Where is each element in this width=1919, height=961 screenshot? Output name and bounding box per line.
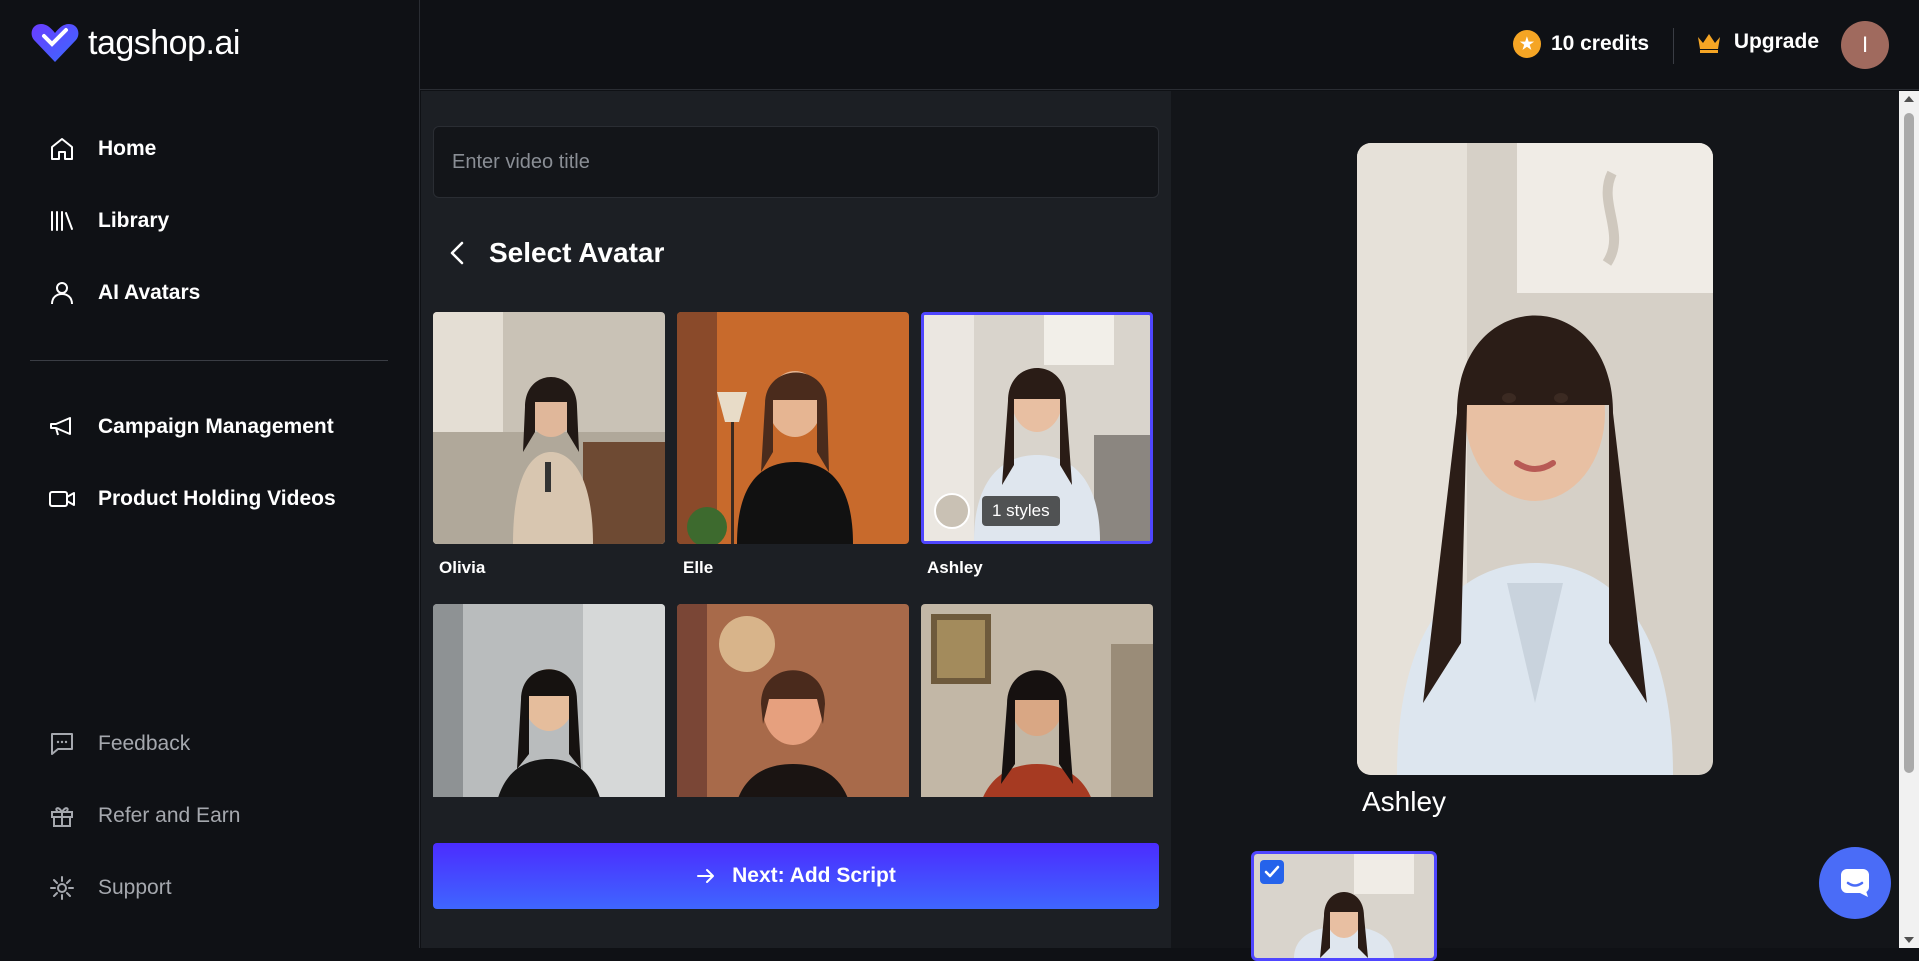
megaphone-icon: [48, 413, 76, 441]
next-add-script-button[interactable]: Next: Add Script: [433, 843, 1159, 909]
avatar-thumbnail: [921, 604, 1153, 797]
avatar-card-olivia[interactable]: Olivia: [433, 312, 665, 578]
upgrade-button[interactable]: Upgrade: [1696, 30, 1819, 54]
styles-badge: 1 styles: [934, 493, 1060, 529]
sidebar-item-label: AI Avatars: [98, 281, 201, 304]
home-icon: [48, 135, 76, 163]
sidebar-divider: [30, 360, 388, 361]
arrow-right-icon: [697, 869, 715, 883]
topbar: ★ 10 credits Upgrade I: [420, 0, 1919, 90]
page-scrollbar[interactable]: [1899, 91, 1919, 948]
avatar-name: Ashley: [927, 558, 983, 577]
preview-panel: Ashley: [1171, 91, 1899, 961]
sidebar-item-label: Library: [98, 209, 170, 232]
style-mini-avatar: [934, 493, 970, 529]
sidebar-item-label: Refer and Earn: [98, 804, 241, 827]
upgrade-label: Upgrade: [1733, 30, 1819, 53]
chat-icon: [48, 730, 76, 758]
avatar-preview-image: [1357, 143, 1713, 775]
library-icon: [48, 207, 76, 235]
sidebar-item-feedback[interactable]: Feedback: [48, 730, 190, 758]
gift-icon: [48, 802, 76, 830]
avatar-thumbnail: [433, 312, 665, 544]
credits-display[interactable]: ★ 10 credits: [1512, 30, 1649, 58]
sidebar-item-home[interactable]: Home: [48, 135, 156, 163]
avatar-card-elle[interactable]: Elle: [677, 312, 909, 578]
sidebar-item-label: Home: [98, 137, 157, 160]
sidebar-item-label: Feedback: [98, 732, 191, 755]
next-button-label: Next: Add Script: [732, 864, 896, 887]
user-icon: [48, 279, 76, 307]
avatar-name: Olivia: [439, 558, 486, 577]
video-title-input[interactable]: [433, 126, 1159, 198]
star-coin-icon: ★: [1512, 30, 1541, 58]
scroll-up-arrow-icon[interactable]: [1904, 96, 1914, 102]
sidebar-item-ai-avatars[interactable]: AI Avatars: [48, 279, 200, 307]
support-chat-button[interactable]: [1819, 847, 1891, 919]
sidebar: tagshop.ai Home Library AI Avatars Campa…: [0, 0, 420, 948]
sidebar-item-support[interactable]: Support: [48, 874, 172, 902]
avatar-thumbnail: [433, 604, 665, 797]
brand-name: tagshop.ai: [88, 23, 240, 62]
sidebar-item-label: Product Holding Videos: [98, 487, 336, 510]
section-title: Select Avatar: [489, 237, 665, 268]
crown-icon: [1697, 34, 1720, 53]
sidebar-item-refer-and-earn[interactable]: Refer and Earn: [48, 802, 240, 830]
avatar-card-6[interactable]: [921, 604, 1153, 797]
gear-icon: [48, 874, 76, 902]
styles-count-label: 1 styles: [982, 496, 1060, 526]
avatar-card-ashley[interactable]: 1 styles Ashley: [921, 312, 1153, 578]
avatar-thumbnail: [677, 312, 909, 544]
sidebar-item-label: Support: [98, 876, 172, 899]
heart-logo-icon: [31, 24, 79, 62]
avatar-editor-panel: Select Avatar Olivia: [421, 91, 1171, 948]
avatar-name: Elle: [683, 558, 714, 577]
sidebar-item-product-holding-videos[interactable]: Product Holding Videos: [48, 485, 336, 513]
avatar-card-4[interactable]: [433, 604, 665, 797]
checkbox-checked-icon[interactable]: [1260, 860, 1284, 884]
sidebar-item-library[interactable]: Library: [48, 207, 169, 235]
avatar-grid: Olivia Elle 1 styles Ashley: [433, 312, 1159, 797]
scroll-down-arrow-icon[interactable]: [1904, 937, 1914, 943]
style-option-thumbnail[interactable]: [1251, 851, 1437, 961]
avatar-thumbnail: 1 styles: [921, 312, 1153, 544]
credits-label: 10 credits: [1550, 32, 1649, 55]
chat-bubble-icon: [1841, 869, 1869, 897]
back-chevron-icon[interactable]: [443, 238, 471, 268]
avatar-card-5[interactable]: [677, 604, 909, 797]
user-avatar[interactable]: I: [1841, 21, 1889, 69]
topbar-divider: [1673, 28, 1674, 64]
scrollbar-thumb[interactable]: [1904, 113, 1914, 773]
video-icon: [48, 485, 76, 513]
sidebar-item-label: Campaign Management: [98, 415, 334, 438]
brand-logo[interactable]: tagshop.ai: [30, 22, 240, 64]
section-header: Select Avatar: [443, 237, 664, 269]
avatar-thumbnail: [677, 604, 909, 797]
sidebar-item-campaign-management[interactable]: Campaign Management: [48, 413, 334, 441]
preview-avatar-name: Ashley: [1362, 786, 1447, 817]
